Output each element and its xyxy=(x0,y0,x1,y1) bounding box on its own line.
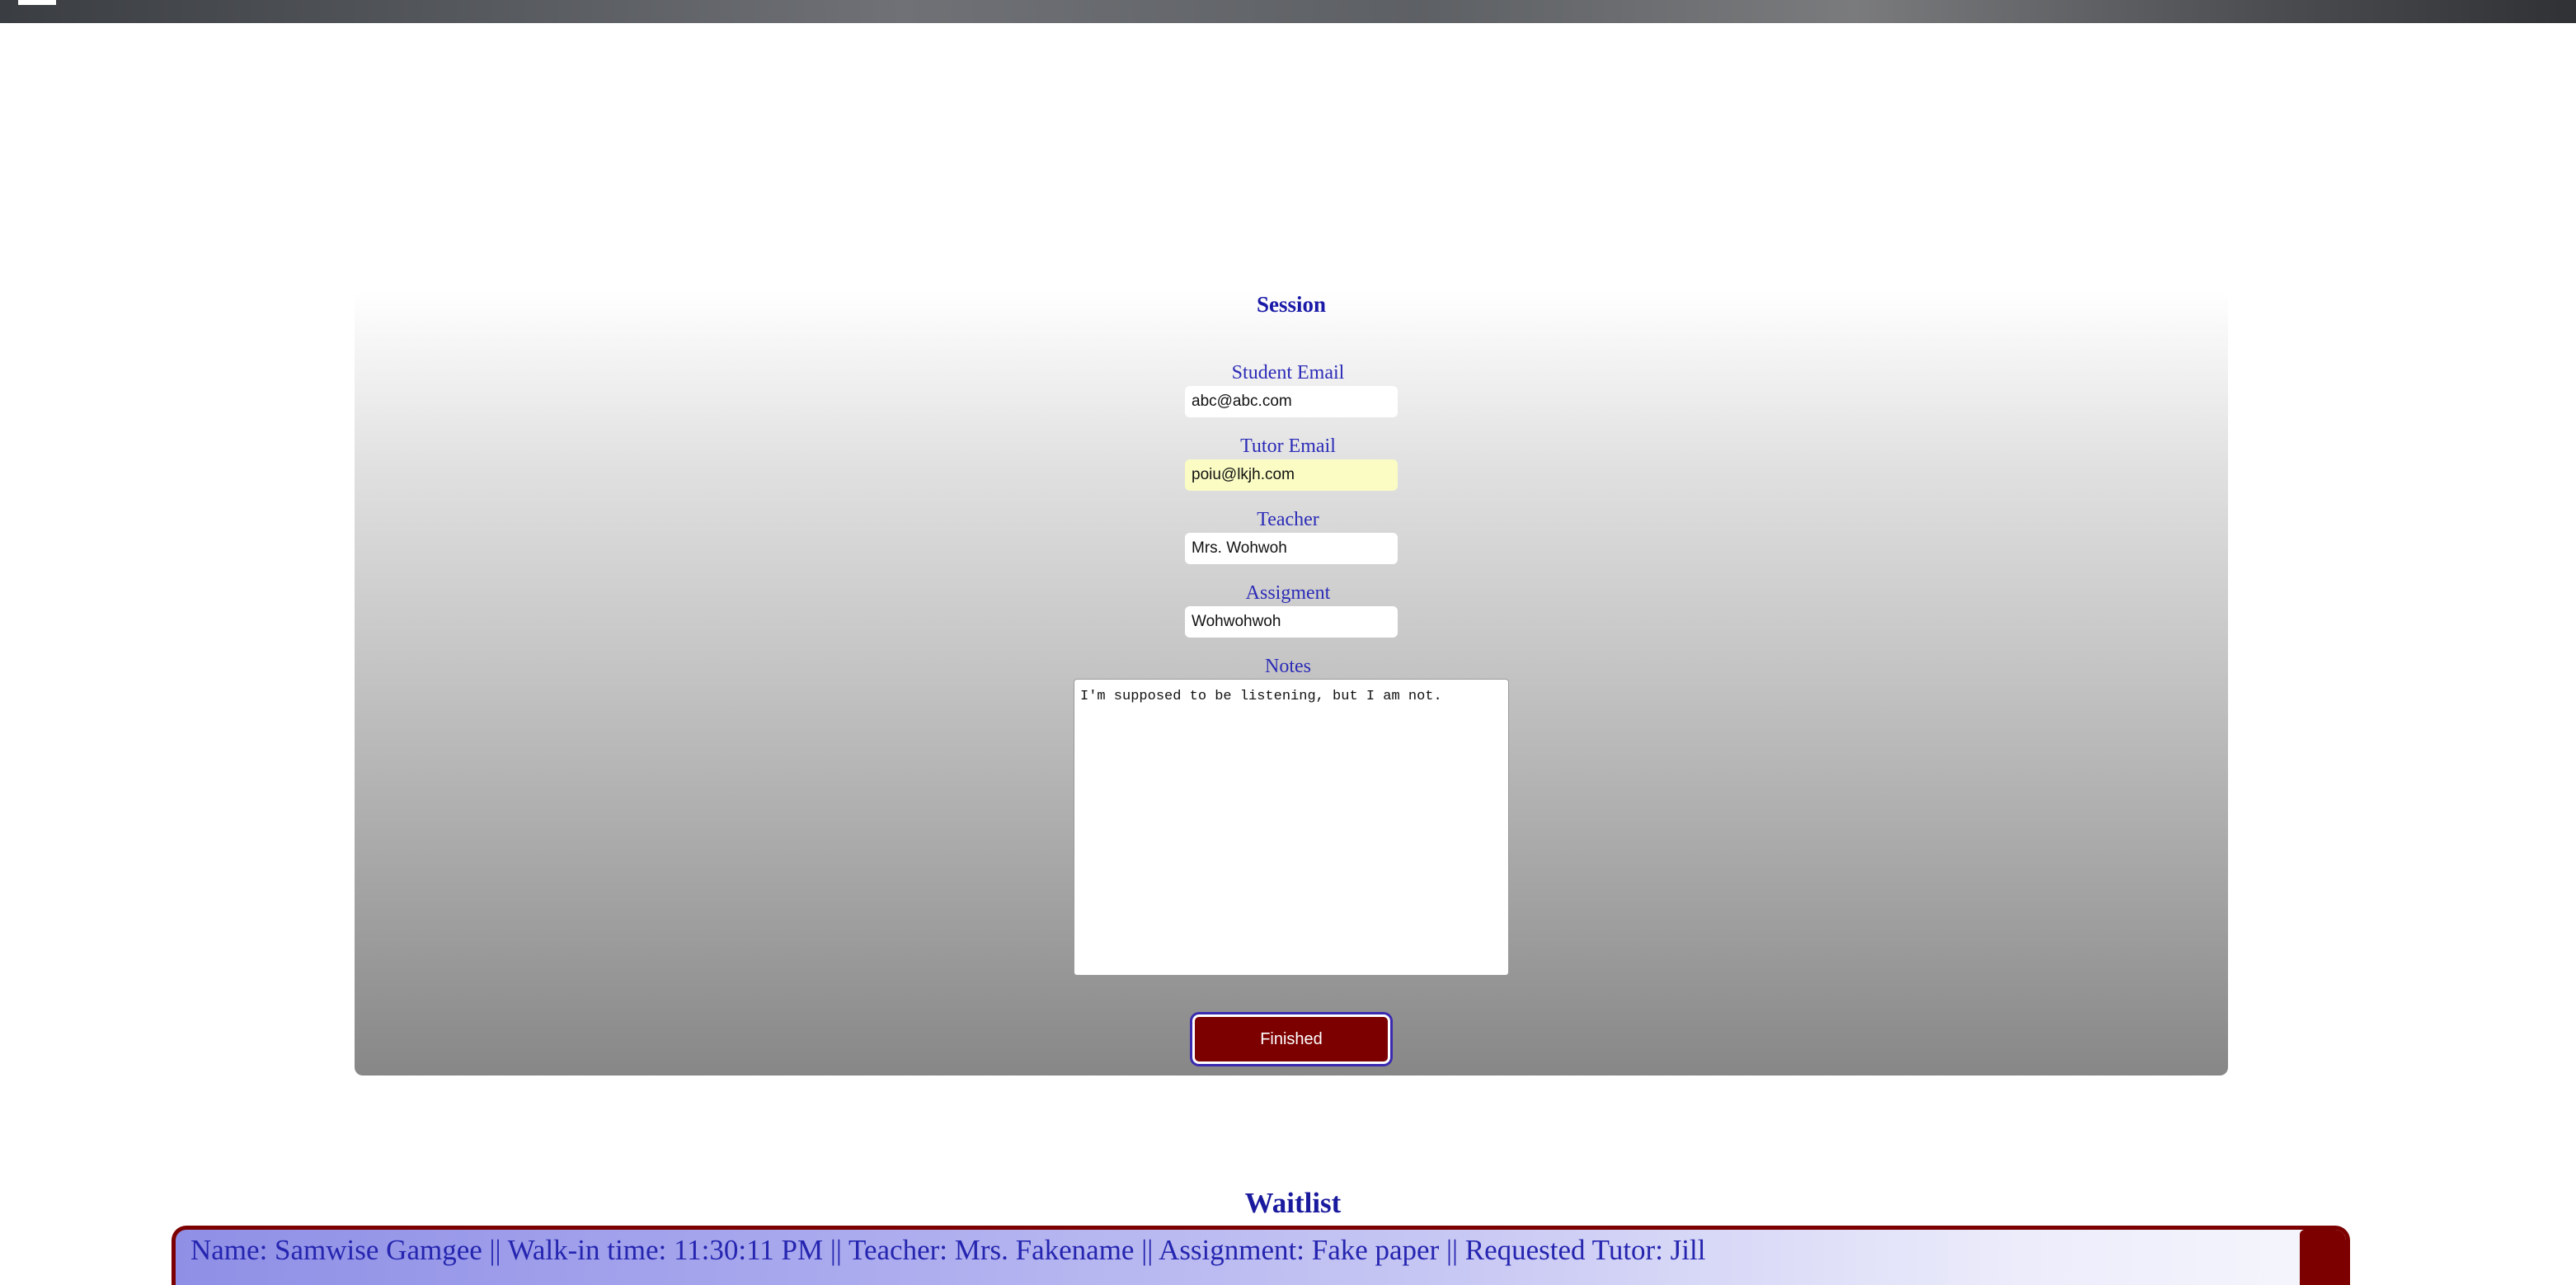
waitlist-entry-text: Name: Samwise Gamgee || Walk-in time: 11… xyxy=(190,1234,1706,1266)
assignment-label: Assigment xyxy=(1245,582,1331,604)
notes-textarea[interactable]: I'm supposed to be listening, but I am n… xyxy=(1074,679,1509,976)
student-email-input[interactable] xyxy=(1185,386,1398,417)
session-panel: Session Student Email Tutor Email Teache… xyxy=(355,290,2228,1076)
tutor-email-label: Tutor Email xyxy=(1240,435,1336,457)
assignment-input[interactable] xyxy=(1185,606,1398,638)
notes-label: Notes xyxy=(1265,656,1311,677)
waitlist-entry-action-button[interactable] xyxy=(2300,1230,2346,1285)
student-email-label: Student Email xyxy=(1231,362,1345,384)
teacher-label: Teacher xyxy=(1257,509,1319,530)
finished-button[interactable]: Finished xyxy=(1192,1014,1390,1064)
header-banner xyxy=(0,0,2576,23)
session-title: Session xyxy=(1256,292,1327,317)
waitlist-title: Waitlist xyxy=(1244,1187,1342,1219)
waitlist-entry[interactable]: Name: Samwise Gamgee || Walk-in time: 11… xyxy=(172,1226,2350,1285)
menu-icon[interactable] xyxy=(18,0,56,5)
teacher-input[interactable] xyxy=(1185,533,1398,564)
tutor-email-input[interactable] xyxy=(1185,459,1398,491)
